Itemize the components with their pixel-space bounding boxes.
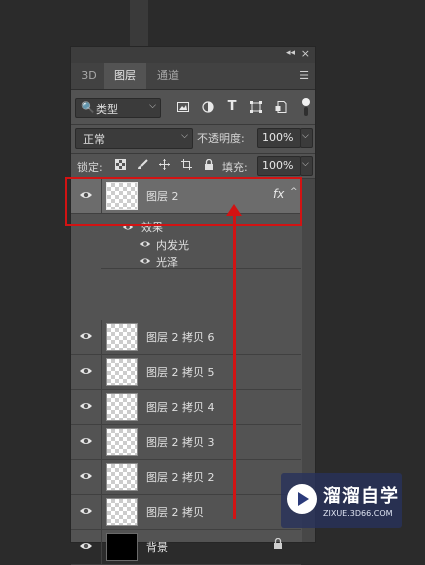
row-divider — [101, 495, 102, 529]
background-strip — [130, 0, 148, 46]
layer-name[interactable]: 图层 2 拷贝 3 — [146, 434, 215, 450]
layers-panel: ◂◂ × 3D 图层 通道 ☰ 🔍 类型 ⌵ T 正常 ⌵ 不透明度: 100%… — [71, 47, 315, 565]
row-divider — [101, 425, 102, 459]
row-divider — [101, 460, 102, 494]
panel-tabs: 3D 图层 通道 ☰ — [71, 63, 315, 90]
annotation-arrow-line — [233, 213, 236, 519]
effect-inner-glow[interactable]: 内发光 — [156, 237, 189, 253]
smartobject-filter-icon[interactable] — [275, 101, 287, 113]
row-divider — [101, 390, 102, 424]
blend-row: 正常 ⌵ 不透明度: 100% ⌵ — [71, 125, 315, 153]
opacity-value: 100% — [262, 131, 294, 144]
close-icon[interactable]: × — [301, 47, 310, 60]
visibility-eye-icon[interactable] — [79, 539, 93, 553]
panel-titlebar: ◂◂ × — [71, 47, 315, 63]
type-filter-icon[interactable]: T — [226, 100, 238, 113]
layer-name[interactable]: 图层 2 拷贝 6 — [146, 329, 215, 345]
visibility-eye-icon[interactable] — [79, 504, 93, 518]
layer-row[interactable]: 图层 2 拷贝 — [71, 495, 301, 530]
play-logo-icon — [287, 484, 317, 514]
effect-eye-icon[interactable] — [139, 238, 151, 250]
lock-row: 锁定: 填充: 100% ⌵ — [71, 154, 315, 178]
layer-row[interactable]: 图层 2 拷贝 5 — [71, 355, 301, 390]
layer-thumbnail — [106, 533, 138, 561]
lock-label: 锁定: — [77, 161, 103, 174]
chevron-down-icon: ⌵ — [302, 159, 309, 169]
layer-name[interactable]: 图层 2 拷贝 2 — [146, 469, 215, 485]
layer-thumbnail — [106, 463, 138, 491]
filter-toggle[interactable] — [302, 98, 310, 116]
image-filter-icon[interactable] — [177, 101, 189, 113]
lock-artboard-icon[interactable] — [181, 159, 192, 173]
layer-row[interactable]: 图层 2 拷贝 6 — [71, 320, 301, 355]
visibility-eye-icon[interactable] — [79, 469, 93, 483]
chevron-down-icon: ⌵ — [181, 131, 188, 141]
layer-thumbnail — [106, 323, 138, 351]
layer-row[interactable]: 图层 2 拷贝 2 — [71, 460, 301, 495]
chevron-down-icon: ⌵ — [302, 131, 309, 141]
toggle-track — [304, 107, 308, 116]
layer-row[interactable]: 图层 2 拷贝 4 — [71, 390, 301, 425]
opacity-slider-button[interactable]: ⌵ — [300, 128, 313, 148]
opacity-label: 不透明度: — [197, 132, 245, 145]
watermark-title: 溜溜自学 — [323, 486, 399, 507]
filter-kind-dropdown[interactable]: 🔍 类型 ⌵ — [75, 98, 161, 118]
tab-channels[interactable]: 通道 — [147, 63, 189, 89]
chevron-down-icon: ⌵ — [149, 101, 156, 111]
layer-thumbnail — [106, 393, 138, 421]
layer-thumbnail — [106, 358, 138, 386]
fill-label: 填充: — [222, 161, 248, 174]
layer-name[interactable]: 图层 2 拷贝 4 — [146, 399, 215, 415]
layer-row[interactable]: 背景 — [71, 530, 301, 565]
blend-mode-label: 正常 — [83, 133, 105, 146]
layer-name[interactable]: 背景 — [146, 539, 168, 555]
adjustment-filter-icon[interactable] — [202, 101, 214, 113]
layer-row[interactable]: 图层 2 拷贝 3 — [71, 425, 301, 460]
shape-filter-icon[interactable] — [250, 101, 262, 113]
layer-name[interactable]: 图层 2 拷贝 — [146, 504, 204, 520]
effect-satin[interactable]: 光泽 — [156, 254, 178, 270]
row-divider — [101, 355, 102, 389]
fill-value: 100% — [262, 159, 294, 172]
fill-field[interactable]: 100% — [257, 156, 301, 176]
watermark-url: ZIXUE.3D66.COM — [323, 509, 393, 518]
filter-kind-label: 类型 — [96, 103, 118, 116]
lock-pixels-icon[interactable] — [137, 159, 148, 173]
lock-all-icon[interactable] — [204, 158, 214, 173]
effect-eye-icon[interactable] — [139, 255, 151, 267]
collapse-icon[interactable]: ◂◂ — [286, 48, 295, 58]
row-divider — [101, 320, 102, 354]
search-icon: 🔍 — [81, 101, 95, 114]
visibility-eye-icon[interactable] — [79, 399, 93, 413]
layer-thumbnail — [106, 498, 138, 526]
tab-layers[interactable]: 图层 — [104, 63, 146, 89]
layers-list: 图层 2 fx ^ 效果 内发光 光泽 图层 2 拷贝 6 图层 2 拷贝 5 — [71, 179, 315, 565]
annotation-arrow-head — [226, 204, 242, 216]
tab-3d[interactable]: 3D — [75, 63, 103, 89]
visibility-eye-icon[interactable] — [79, 434, 93, 448]
row-divider — [101, 530, 102, 564]
highlight-box — [65, 177, 302, 226]
blend-mode-dropdown[interactable]: 正常 ⌵ — [75, 128, 193, 149]
fill-slider-button[interactable]: ⌵ — [300, 156, 313, 176]
lock-position-icon[interactable] — [159, 159, 170, 173]
visibility-eye-icon[interactable] — [79, 364, 93, 378]
layer-name[interactable]: 图层 2 拷贝 5 — [146, 364, 215, 380]
visibility-eye-icon[interactable] — [79, 329, 93, 343]
toggle-knob — [302, 98, 310, 106]
lock-transparent-icon[interactable] — [115, 159, 126, 173]
filter-row: 🔍 类型 ⌵ T — [71, 90, 315, 124]
panel-menu-icon[interactable]: ☰ — [299, 69, 309, 82]
watermark: 溜溜自学 ZIXUE.3D66.COM — [281, 473, 402, 528]
opacity-field[interactable]: 100% — [257, 128, 301, 148]
lock-icon — [273, 537, 283, 552]
layer-thumbnail — [106, 428, 138, 456]
